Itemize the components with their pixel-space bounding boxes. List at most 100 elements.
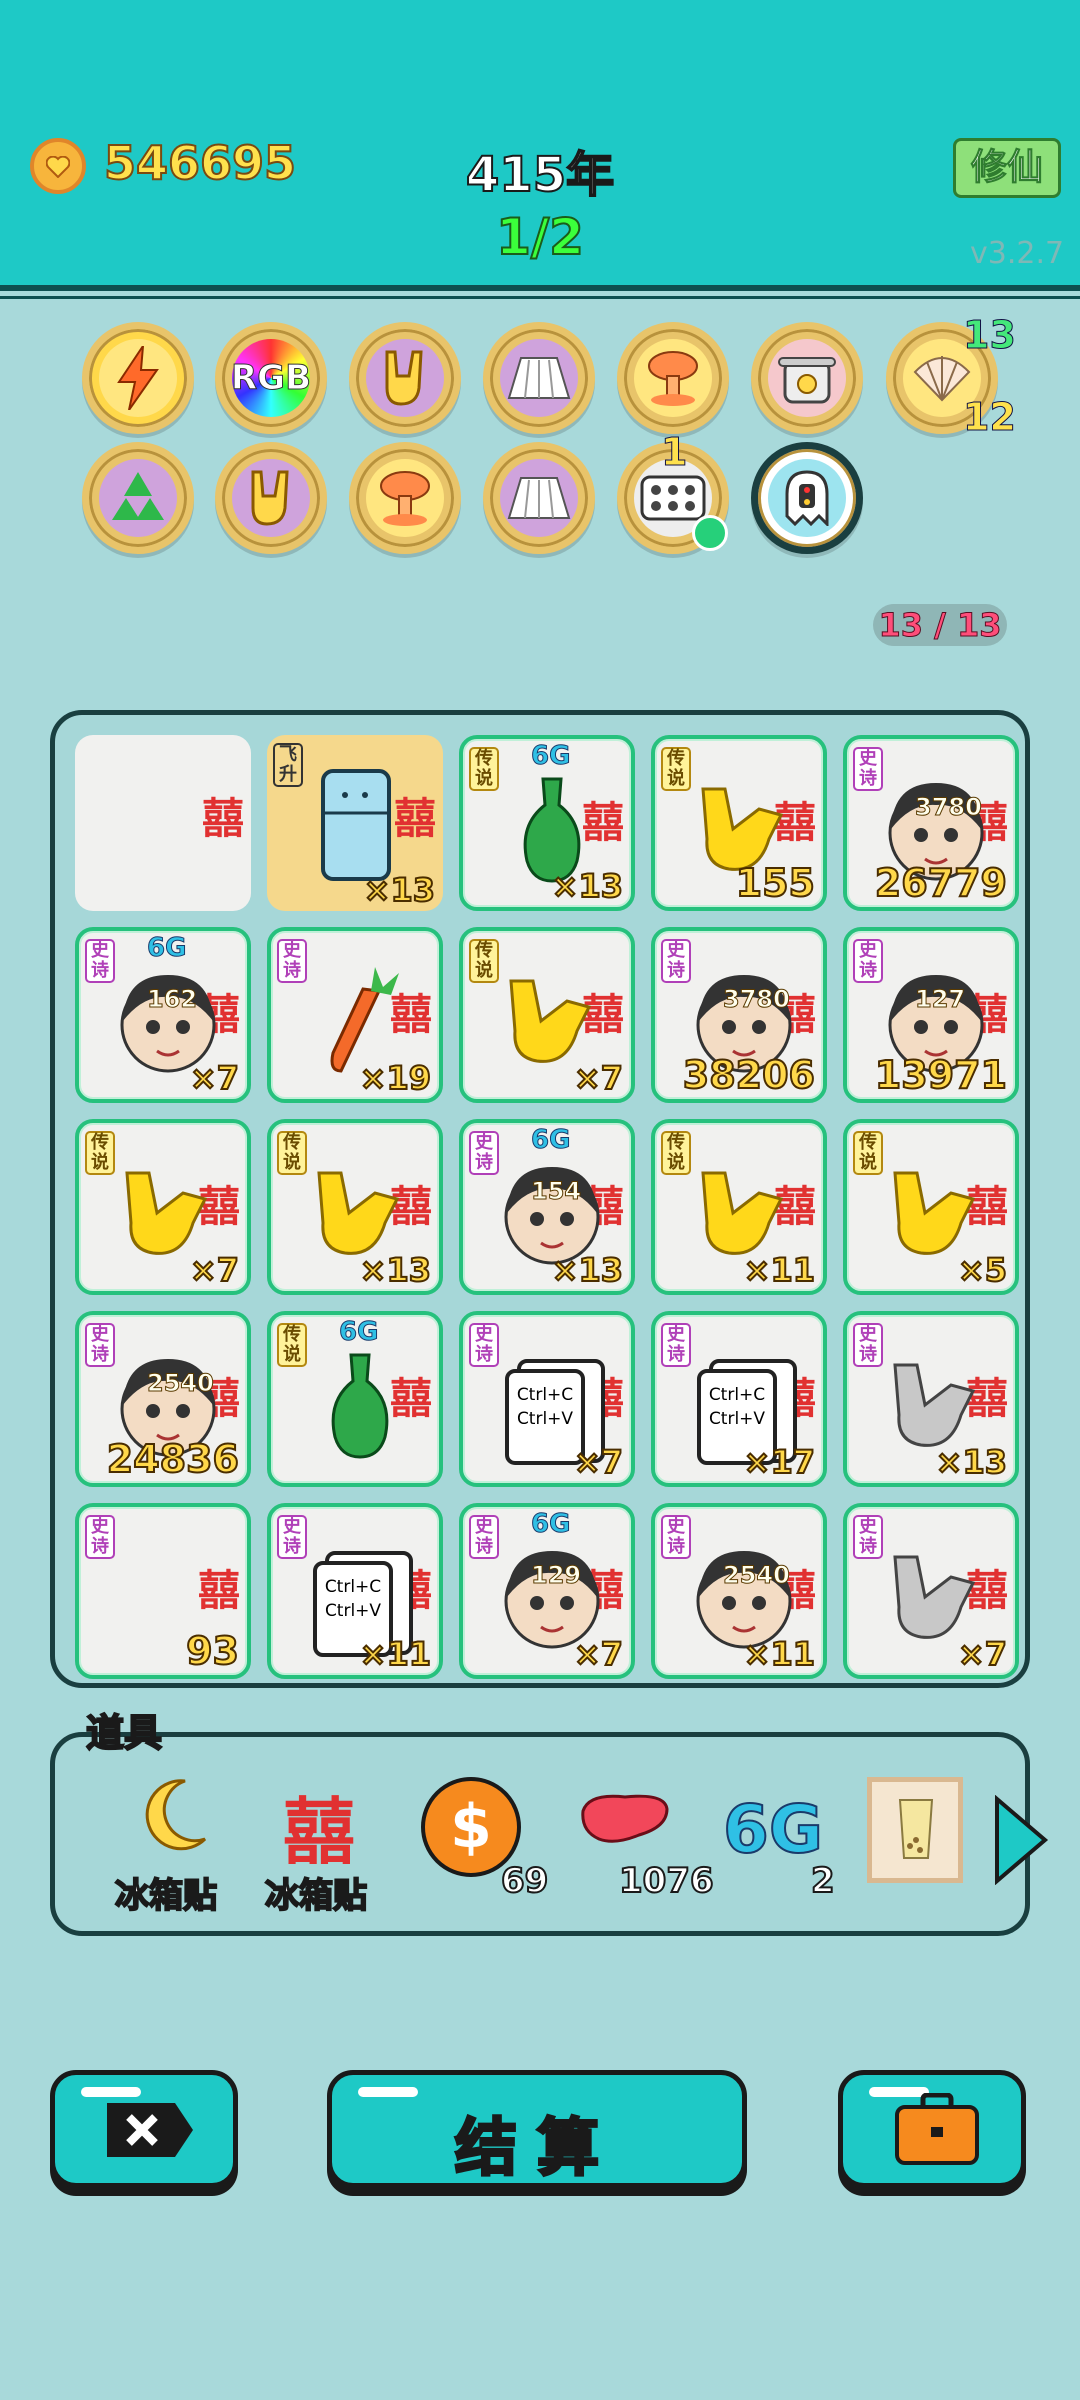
cell-bonus: 2540: [147, 1369, 215, 1398]
cell-count: 93: [185, 1628, 240, 1674]
relic-skirt-2[interactable]: [483, 442, 595, 554]
rarity-tag: 史诗: [85, 939, 115, 983]
board-cell[interactable]: 囍Ctrl+CCtrl+V史诗×17: [651, 1311, 827, 1487]
board-cell[interactable]: 囍史诗 3780 26779: [843, 735, 1019, 911]
skirt-icon: [500, 459, 578, 537]
cell-bonus: 154: [530, 1177, 582, 1206]
prop-label: 冰箱贴: [114, 1875, 218, 1917]
bubble-tea-icon: [867, 1777, 963, 1883]
relic-rice-cooker[interactable]: [751, 322, 863, 434]
rarity-tag: 史诗: [853, 1515, 883, 1559]
board-cell[interactable]: 囍史诗 ×19: [267, 927, 443, 1103]
cell-count: ×7: [573, 1442, 624, 1482]
six-g-badge: 6G: [530, 1125, 571, 1156]
ctrl-c-text: Ctrl+C: [708, 1385, 766, 1405]
cell-count: ×13: [363, 870, 436, 910]
ghost-icon: [768, 459, 846, 537]
rarity-tag: 史诗: [277, 939, 307, 983]
board-cell[interactable]: 囍Ctrl+CCtrl+V史诗×7: [459, 1311, 635, 1487]
prop-dollar-coin[interactable]: $ 69: [415, 1777, 555, 1917]
rarity-tag: 传说: [853, 1131, 883, 1175]
cell-count: ×11: [359, 1634, 432, 1674]
rarity-tag: 史诗: [469, 1515, 499, 1559]
rarity-tag: 传说: [277, 1131, 307, 1175]
board-cell[interactable]: 囍Ctrl+CCtrl+V史诗×11: [267, 1503, 443, 1679]
cell-count: ×13: [935, 1442, 1008, 1482]
board-cell[interactable]: 囍传说 6G: [267, 1311, 443, 1487]
relic-ghost[interactable]: [751, 442, 863, 554]
cultivation-button[interactable]: 修仙: [953, 138, 1061, 198]
board-cell[interactable]: 囍传说 155: [651, 735, 827, 911]
rarity-tag: 史诗: [85, 1515, 115, 1559]
cell-count: ×11: [743, 1250, 816, 1290]
xi-icon: 囍: [283, 1790, 356, 1874]
cell-count: ×7: [189, 1250, 240, 1290]
scroll-right-arrow-icon[interactable]: [991, 1795, 1051, 1885]
top-bar: 546695 415年 1/2 修仙 v3.2.7: [0, 0, 1080, 299]
prop-bubble-tea[interactable]: [867, 1777, 967, 1917]
vase-icon: [331, 1353, 389, 1459]
cell-bonus: 2540: [723, 1561, 791, 1590]
round-counter: 1/2: [495, 207, 585, 267]
cell-bonus: 3780: [915, 793, 983, 822]
six-g-badge: 6G: [146, 933, 187, 964]
rarity-tag: 传说: [469, 747, 499, 791]
mushroom-cloud-icon: [366, 459, 444, 537]
board-cell[interactable]: 囍史诗 6G 162 ×7: [75, 927, 251, 1103]
delete-icon: [107, 2103, 193, 2157]
board-cell[interactable]: 囍传说 ×11: [651, 1119, 827, 1295]
board-cell[interactable]: 囍传说 ×7: [75, 1119, 251, 1295]
settle-button[interactable]: 结算: [327, 2070, 747, 2188]
rock-hand-icon: [232, 459, 310, 537]
cell-count: ×7: [573, 1634, 624, 1674]
prop-count: 69: [500, 1860, 549, 1902]
board-cell[interactable]: 囍史诗 2540 24836: [75, 1311, 251, 1487]
relic-mushroom-cloud[interactable]: [617, 322, 729, 434]
board-cell[interactable]: 囍史诗 6G 129 ×7: [459, 1503, 635, 1679]
rarity-tag: 史诗: [277, 1515, 307, 1559]
rarity-tag: 飞升: [273, 743, 303, 787]
board-cell[interactable]: 囍史诗 2540 ×11: [651, 1503, 827, 1679]
inventory-button[interactable]: [838, 2070, 1026, 2188]
ctrl-v-text: Ctrl+V: [516, 1409, 574, 1429]
relic-lightning[interactable]: [82, 322, 194, 434]
remove-button[interactable]: [50, 2070, 238, 2188]
board-cell[interactable]: 囍传说 6G ×13: [459, 735, 635, 911]
board-cell[interactable]: 囍史诗 6G 154 ×13: [459, 1119, 635, 1295]
prop-moon-magnet[interactable]: 冰箱贴: [114, 1777, 225, 1917]
prop-xi-magnet[interactable]: 囍 冰箱贴: [264, 1777, 375, 1917]
board-cell[interactable]: 囍 史诗 93: [75, 1503, 251, 1679]
relic-mushroom-cloud-2[interactable]: [349, 442, 461, 554]
relic-rock-hand-2[interactable]: [215, 442, 327, 554]
board-cell[interactable]: 囍传说 ×7: [459, 927, 635, 1103]
relic-rgb[interactable]: RGB: [215, 322, 327, 434]
board-cell[interactable]: 囍史诗 3780 38206: [651, 927, 827, 1103]
liver-icon: [581, 1794, 669, 1843]
relic-recycle[interactable]: [82, 442, 194, 554]
board-cell[interactable]: 囍飞升 ×13: [267, 735, 443, 911]
board-cell[interactable]: 囍: [75, 735, 251, 911]
rarity-tag: 传说: [277, 1323, 307, 1367]
slot-board: 囍囍飞升 ×13 囍传说 6G ×13 囍传说 155 囍史诗 3780 26779 囍史诗 6G 16…: [50, 710, 1030, 1688]
ctrl-v-text: Ctrl+V: [708, 1409, 766, 1429]
board-cell[interactable]: 囍史诗 ×13: [843, 1311, 1019, 1487]
board-cell[interactable]: 囍史诗 127 13971: [843, 927, 1019, 1103]
ctrl-c-text: Ctrl+C: [324, 1577, 382, 1597]
relic-skirt[interactable]: [483, 322, 595, 434]
relic-rock-hand[interactable]: [349, 322, 461, 434]
rarity-tag: 史诗: [661, 1323, 691, 1367]
cell-count: ×19: [359, 1058, 432, 1098]
briefcase-icon: [895, 2093, 979, 2165]
lightning-icon: [99, 339, 177, 417]
rarity-tag: 史诗: [661, 1515, 691, 1559]
cell-count: ×7: [189, 1058, 240, 1098]
moon-icon: [145, 1779, 207, 1851]
egg-tray-badge: 1: [660, 430, 688, 475]
board-cell[interactable]: 囍传说 ×5: [843, 1119, 1019, 1295]
prop-count: 1076: [618, 1860, 715, 1902]
board-cell[interactable]: 囍史诗 ×7: [843, 1503, 1019, 1679]
prop-six-g[interactable]: 6G 2: [719, 1777, 849, 1917]
cell-count: ×7: [957, 1634, 1008, 1674]
board-cell[interactable]: 囍传说 ×13: [267, 1119, 443, 1295]
relic-slot-count: 13 / 13: [873, 604, 1007, 646]
